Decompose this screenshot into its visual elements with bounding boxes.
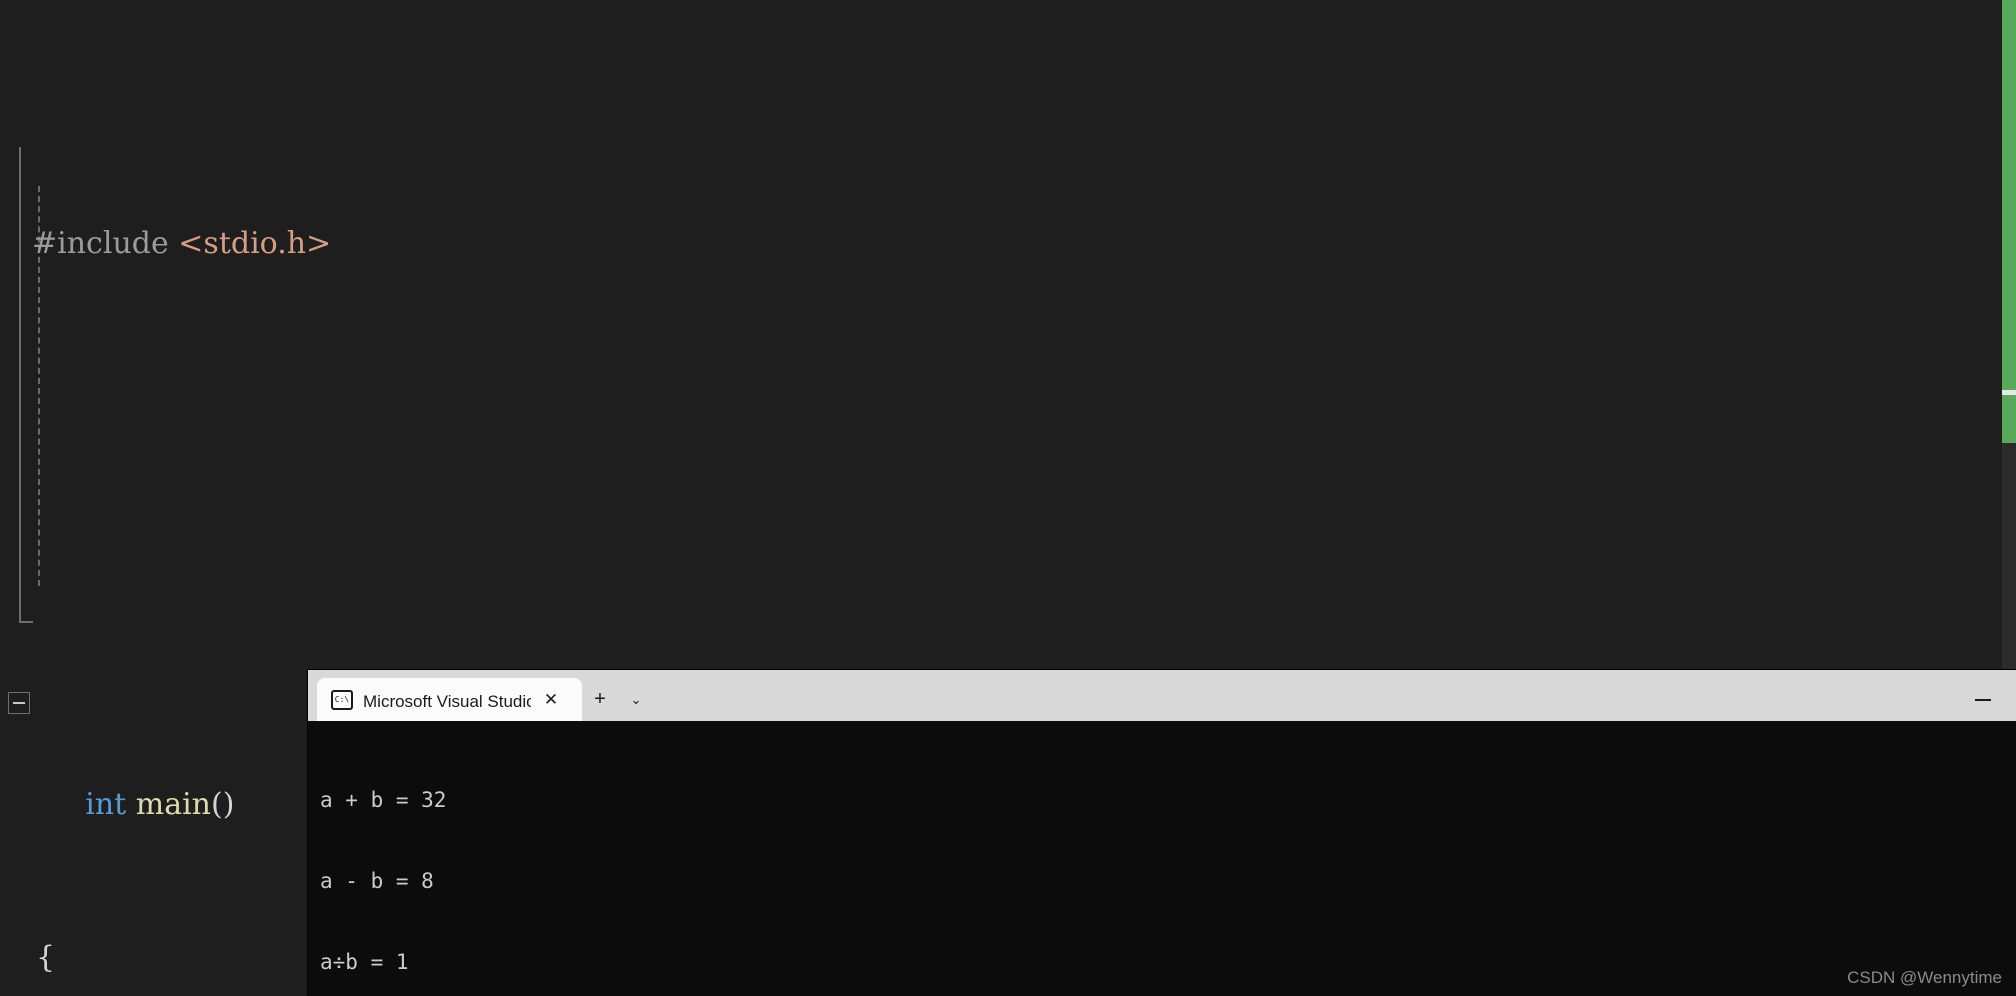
include-header: <stdio.h>	[178, 226, 332, 261]
console-output[interactable]: a + b = 32 a - b = 8 a÷b = 1 a×b = 240 a…	[308, 721, 2016, 996]
terminal-title-bar[interactable]: C:\ Microsoft Visual Studio 调试控 ✕ + ⌄	[308, 670, 2016, 721]
changed-lines-marker[interactable]	[2002, 0, 2016, 443]
preprocessor-directive: #include	[32, 226, 169, 261]
caret-position-marker	[2002, 390, 2016, 395]
paren-open: (	[211, 787, 223, 822]
console-line: a÷b = 1	[320, 950, 409, 974]
code-line-blank-1	[0, 422, 2016, 473]
minimize-icon	[1975, 698, 1991, 701]
console-line: a - b = 8	[320, 869, 434, 893]
collapse-toggle-icon[interactable]	[8, 691, 30, 714]
console-icon: C:\	[331, 689, 353, 710]
paren-close: )	[222, 787, 235, 822]
keyword-int: int	[85, 787, 127, 822]
close-icon[interactable]: ✕	[539, 688, 563, 712]
chevron-down-icon[interactable]: ⌄	[618, 678, 654, 721]
console-line: a + b = 32	[320, 788, 447, 812]
function-name-main: main	[135, 787, 211, 822]
minimize-button[interactable]	[1950, 678, 2016, 721]
terminal-window[interactable]: C:\ Microsoft Visual Studio 调试控 ✕ + ⌄ a …	[308, 670, 2016, 996]
brace-open: {	[36, 940, 56, 975]
terminal-tab-title: Microsoft Visual Studio 调试控	[363, 692, 531, 711]
terminal-tab[interactable]: C:\ Microsoft Visual Studio 调试控 ✕	[317, 678, 582, 721]
code-line-include[interactable]: #include <stdio.h>	[0, 218, 2016, 269]
new-tab-icon[interactable]: +	[582, 678, 618, 721]
watermark: CSDN @Wennytime	[1847, 968, 2002, 987]
